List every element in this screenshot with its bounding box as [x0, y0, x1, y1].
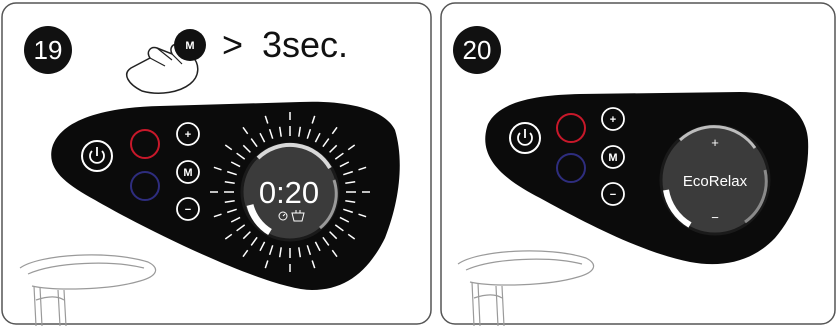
m-button-label: M: [185, 40, 194, 52]
mode-button-label: M: [183, 167, 192, 179]
panel-step-20: 20 + M − + EcoRelax −: [440, 2, 836, 327]
mode-value: EcoRelax: [683, 173, 748, 190]
minus-button-label: −: [610, 189, 616, 201]
dial-plus-label: +: [711, 135, 719, 150]
hold-operator: >: [222, 24, 243, 65]
panel-step-19: 19 M > 3sec. + M − 0:20: [1, 2, 432, 327]
dial-minus-label: −: [711, 210, 719, 225]
minus-button-label: −: [185, 204, 191, 216]
plus-button-label: +: [610, 114, 616, 126]
step-number: 19: [34, 35, 63, 65]
hold-duration: 3sec.: [262, 24, 348, 65]
timer-value: 0:20: [259, 175, 319, 210]
step-number: 20: [463, 35, 492, 65]
instruction-diagram: 19 M > 3sec. + M − 0:20 20 + M − + EcoRe…: [1, 2, 836, 327]
plus-button-label: +: [185, 129, 191, 141]
mode-button-label: M: [608, 152, 617, 164]
